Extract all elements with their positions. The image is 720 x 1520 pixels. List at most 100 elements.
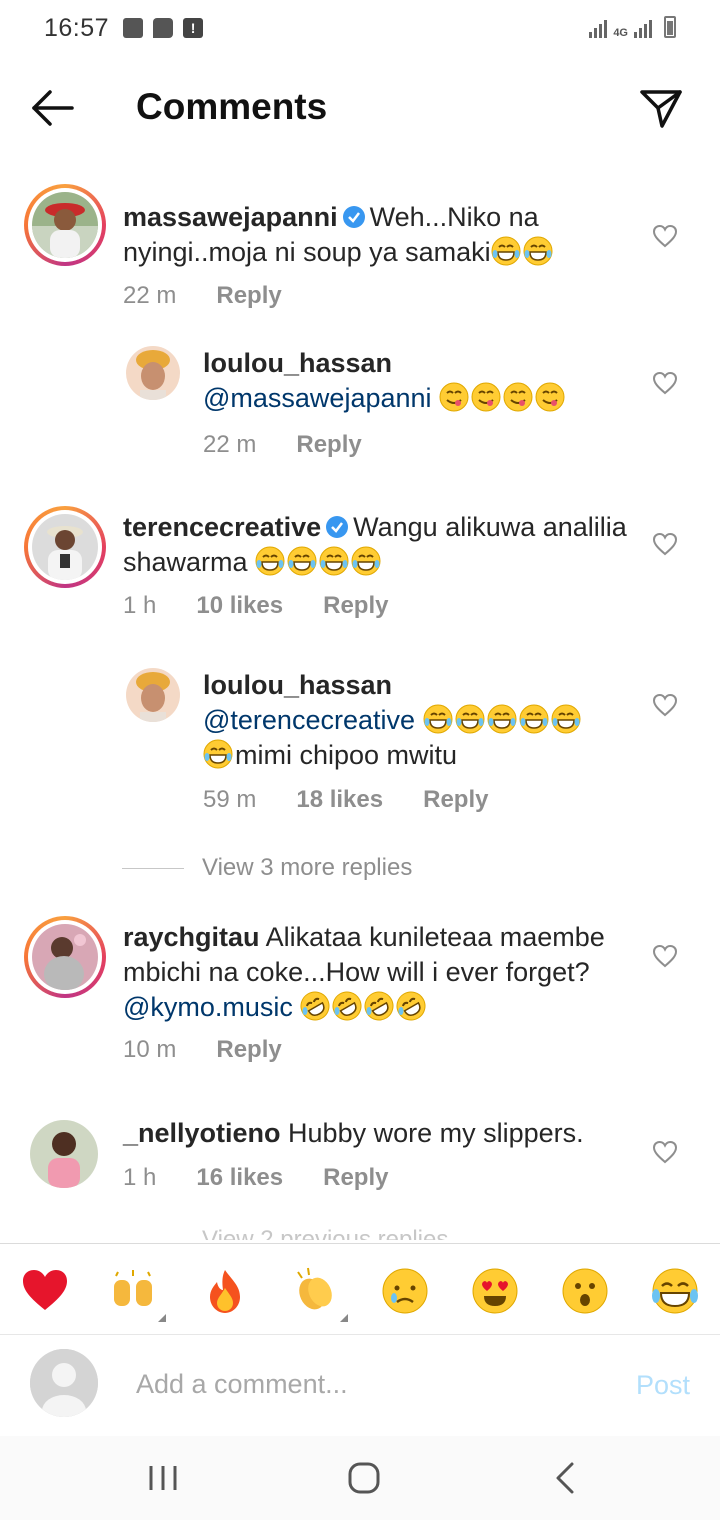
reply-button[interactable]: Reply (296, 431, 361, 459)
comments-list[interactable]: massawejapanni Weh...Niko na nyingi..moja… (0, 170, 720, 1240)
recent-apps-icon[interactable] (143, 1458, 183, 1498)
comment-meta: 59 m 18 likes Reply (203, 786, 488, 814)
comment-emojis (255, 546, 383, 577)
grinning-sweat-emoji-icon (523, 236, 553, 266)
avatar[interactable] (30, 1120, 98, 1188)
rofl-emoji-icon (300, 991, 330, 1021)
grinning-sweat-emoji-icon (319, 546, 349, 576)
mention-link[interactable]: @terencecreative (203, 705, 415, 735)
avatar-photo (126, 668, 180, 722)
grinning-sweat-emoji-icon (487, 704, 517, 734)
view-previous-replies[interactable]: View 2 previous replies (202, 1228, 448, 1240)
quick-emoji-red-heart[interactable] (20, 1266, 70, 1316)
reply-button[interactable]: Reply (323, 592, 388, 620)
skin-tone-indicator-icon (158, 1314, 166, 1322)
signal-icon (589, 18, 608, 38)
grinning-sweat-emoji-icon (551, 704, 581, 734)
avatar[interactable] (32, 924, 98, 990)
mention-link[interactable]: @kymo.music (123, 992, 293, 1022)
like-heart-icon[interactable] (652, 371, 678, 395)
reply-button[interactable]: Reply (216, 282, 281, 310)
like-heart-icon[interactable] (652, 1140, 678, 1164)
comment-time: 22 m (203, 431, 257, 458)
avatar[interactable] (32, 514, 98, 580)
like-heart-icon[interactable] (652, 693, 678, 717)
like-heart-icon[interactable] (652, 224, 678, 248)
surprised-face-emoji-icon (562, 1268, 608, 1314)
comment-item: _nellyotieno Hubby wore my slippers. 1 h… (0, 1118, 720, 1220)
likes-count[interactable]: 16 likes (196, 1164, 283, 1192)
post-button[interactable]: Post (636, 1370, 690, 1401)
signal-2-icon (634, 18, 652, 38)
rofl-emoji-icon (364, 991, 394, 1021)
comment-username[interactable]: raychgitau (123, 922, 260, 952)
avatar[interactable] (126, 668, 180, 722)
comment-input[interactable] (136, 1364, 596, 1404)
comment-meta: 22 m Reply (123, 282, 282, 310)
comment-item: raychgitau Alikataa kunileteaa maembe mb… (0, 916, 720, 1076)
comment-username[interactable]: terencecreative (123, 512, 321, 542)
comment-text: massawejapanni Weh...Niko na nyingi..moja… (123, 200, 633, 270)
comment-time: 22 m (123, 282, 177, 309)
reply-button[interactable]: Reply (423, 786, 488, 814)
clapping-hands-emoji-icon (297, 1267, 332, 1310)
comment-text: _nellyotieno Hubby wore my slippers. (123, 1118, 584, 1148)
grinning-sweat-emoji-icon (203, 739, 233, 769)
grinning-sweat-emoji-icon (519, 704, 549, 734)
grinning-sweat-emoji-icon (455, 704, 485, 734)
view-more-replies[interactable]: View 3 more replies (122, 854, 412, 882)
comment-text: loulou_hassan @terencecreative mimi chip… (203, 668, 643, 773)
like-heart-icon[interactable] (652, 944, 678, 968)
system-nav-bar (0, 1436, 720, 1520)
comment-text: loulou_hassan @massawejapanni (203, 346, 643, 416)
likes-count[interactable]: 10 likes (196, 592, 283, 620)
quick-emoji-fire[interactable] (200, 1266, 250, 1316)
comment-username[interactable]: loulou_hassan (203, 348, 392, 378)
avatar[interactable] (32, 192, 98, 258)
comment-username[interactable]: massawejapanni (123, 202, 338, 232)
reply-button[interactable]: Reply (216, 1036, 281, 1064)
share-button[interactable] (636, 86, 684, 130)
comment-time: 10 m (123, 1036, 177, 1063)
grinning-sweat-emoji-icon (652, 1268, 698, 1314)
comment-item: massawejapanni Weh...Niko na nyingi..moja… (0, 184, 720, 309)
mention-link[interactable]: @massawejapanni (203, 383, 432, 413)
fire-emoji-icon (210, 1270, 240, 1313)
crying-face-emoji-icon (382, 1268, 428, 1314)
status-time: 16:57 (44, 13, 110, 42)
message-icon (153, 18, 174, 38)
comment-time: 59 m (203, 786, 257, 813)
comment-meta: 22 m Reply (203, 431, 362, 459)
likes-count[interactable]: 18 likes (296, 786, 383, 814)
back-nav-icon[interactable] (546, 1458, 586, 1498)
comment-text: raychgitau Alikataa kunileteaa maembe mb… (123, 920, 643, 1025)
grinning-sweat-emoji-icon (423, 704, 453, 734)
red-heart-emoji-icon (23, 1270, 67, 1310)
battery-icon (664, 16, 676, 38)
quick-emoji-clapping-hands[interactable] (290, 1266, 340, 1316)
quick-emoji-grinning-sweat[interactable] (650, 1266, 700, 1316)
gallery-icon (123, 18, 144, 38)
comment-meta: 10 m Reply (123, 1036, 282, 1064)
reply-button[interactable]: Reply (323, 1164, 388, 1192)
grinning-sweat-emoji-icon (351, 546, 381, 576)
quick-emoji-raising-hands[interactable] (108, 1266, 158, 1316)
quick-emoji-surprised-face[interactable] (560, 1266, 610, 1316)
comment-username[interactable]: _nellyotieno (123, 1118, 281, 1148)
comment-username[interactable]: loulou_hassan (203, 670, 392, 700)
notification-icons: ! (123, 18, 204, 38)
grinning-sweat-emoji-icon (255, 546, 285, 576)
comment-emojis (491, 236, 555, 267)
page-title: Comments (136, 86, 328, 127)
status-bar: 16:57 ! 4G (0, 0, 720, 56)
avatar-photo (30, 1120, 98, 1188)
comment-time: 1 h (123, 592, 157, 619)
like-heart-icon[interactable] (652, 532, 678, 556)
back-button[interactable] (28, 86, 76, 130)
quick-emoji-heart-eyes[interactable] (470, 1266, 520, 1316)
avatar[interactable] (126, 346, 180, 400)
quick-emoji-crying-face[interactable] (380, 1266, 430, 1316)
home-icon[interactable] (344, 1458, 384, 1498)
status-right: 4G (589, 16, 676, 39)
user-avatar[interactable] (30, 1349, 98, 1417)
